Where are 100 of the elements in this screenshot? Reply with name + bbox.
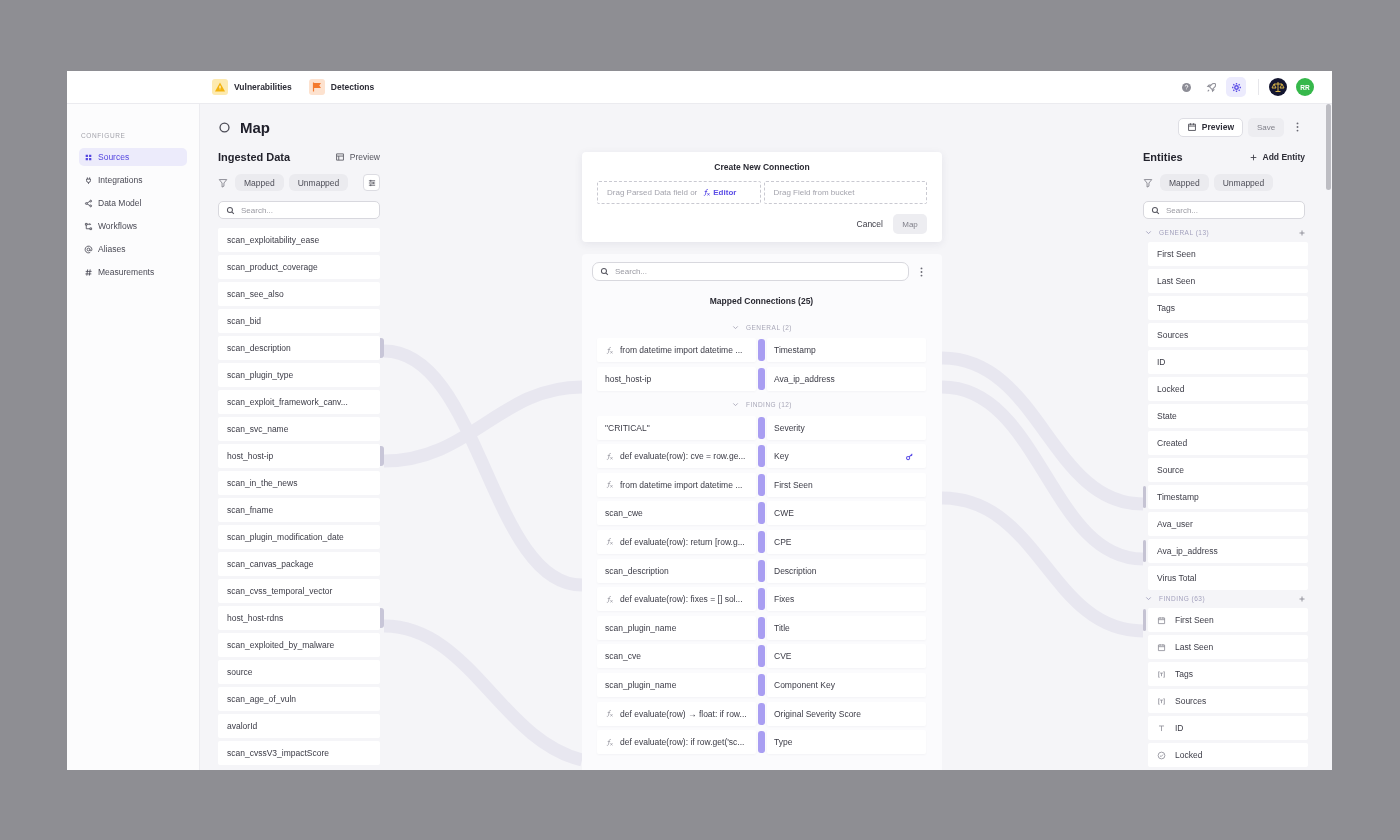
entity-item[interactable]: Tags [1148,662,1308,686]
source-cell[interactable]: "CRITICAL" [597,415,756,440]
source-cell[interactable]: def evaluate(row): fixes = [] sol... [597,587,756,612]
source-cell[interactable]: scan_description [597,558,756,583]
data-field-item[interactable]: scan_product_coverage [218,255,380,279]
target-cell[interactable]: Key [767,444,926,469]
connector-tab[interactable] [380,608,384,628]
entity-item[interactable]: Source [1148,458,1308,482]
filter-chip[interactable]: Mapped [1160,174,1209,191]
data-field-item[interactable]: scan_canvas_package [218,552,380,576]
source-cell[interactable]: scan_cwe [597,501,756,526]
entity-item[interactable]: ID [1148,716,1308,740]
entity-item[interactable]: Last Seen [1148,635,1308,659]
data-field-item[interactable]: scan_in_the_news [218,471,380,495]
connection-handle[interactable] [758,502,765,525]
entity-item[interactable]: Sources [1148,323,1308,347]
entity-item[interactable]: Ava_ip_address [1148,539,1308,563]
connection-handle[interactable] [758,731,765,754]
connection-handle[interactable] [758,559,765,582]
target-cell[interactable]: CWE [767,501,926,526]
data-field-item[interactable]: scan_plugin_modification_date [218,525,380,549]
source-cell[interactable]: scan_plugin_name [597,672,756,697]
connector-tab[interactable] [380,446,384,466]
search-field[interactable]: Search... [1143,201,1305,219]
filter-chip[interactable]: Unmapped [288,174,349,191]
source-cell[interactable]: from datetime import datetime ... [597,472,756,497]
source-cell[interactable]: def evaluate(row) → float: if row... [597,701,756,726]
data-field-item[interactable]: scan_see_also [218,282,380,306]
connection-handle[interactable] [758,367,765,390]
target-cell[interactable]: Component Key [767,672,926,697]
target-cell[interactable]: Ava_ip_address [767,366,926,391]
entity-item[interactable]: Tags [1148,296,1308,320]
target-cell[interactable]: CPE [767,529,926,554]
search-field[interactable]: Search... [592,262,909,281]
connection-handle[interactable] [758,339,765,361]
sidebar-item[interactable]: Workflows [79,217,187,235]
connection-handle[interactable] [758,416,765,439]
entity-item[interactable]: State [1148,404,1308,428]
source-cell[interactable]: scan_cve [597,644,756,669]
sidebar-item[interactable]: Data Model [79,194,187,212]
scrollbar-thumb[interactable] [1326,104,1331,190]
preview-link[interactable]: Preview [334,152,380,162]
connector-tab[interactable] [1143,609,1146,631]
data-field-item[interactable]: scan_age_of_vuln [218,687,380,711]
entity-item[interactable]: Created [1148,431,1308,455]
entity-item[interactable]: First Seen [1148,608,1308,632]
sidebar-item[interactable]: Aliases [79,240,187,258]
source-cell[interactable]: def evaluate(row): return [row.g... [597,529,756,554]
source-cell[interactable]: def evaluate(row): if row.get('sc... [597,730,756,755]
filter-chip[interactable]: Mapped [235,174,284,191]
data-field-item[interactable]: scan_svc_name [218,417,380,441]
data-field-item[interactable]: scan_fname [218,498,380,522]
data-field-item[interactable]: scan_exploitability_ease [218,228,380,252]
connector-tab[interactable] [380,338,384,358]
data-field-item[interactable]: host_host-ip [218,444,380,468]
scales-avatar-icon[interactable] [1269,78,1287,96]
entity-item[interactable]: Locked [1148,377,1308,401]
app-link[interactable]: Vulnerabilities [212,79,292,95]
editor-link[interactable]: Editor [702,188,737,197]
target-cell[interactable]: Original Severity Score [767,701,926,726]
connection-handle[interactable] [758,673,765,696]
data-field-item[interactable]: scan_exploit_framework_canv... [218,390,380,414]
connector-tab[interactable] [1143,540,1146,562]
add-entity-button[interactable]: Add Entity [1248,152,1308,162]
connection-handle[interactable] [758,445,765,468]
source-cell[interactable]: scan_plugin_name [597,615,756,640]
filter-chip[interactable]: Unmapped [1213,174,1274,191]
connector-tab[interactable] [1143,486,1146,508]
entity-item[interactable]: Locked [1148,743,1308,767]
entity-item[interactable]: Ava_user [1148,512,1308,536]
entity-item[interactable]: Last Seen [1148,269,1308,293]
connection-handle[interactable] [758,645,765,668]
data-field-item[interactable]: source [218,660,380,684]
entity-item[interactable]: First Seen [1148,242,1308,266]
source-cell[interactable]: from datetime import datetime ... [597,338,756,362]
target-cell[interactable]: Fixes [767,587,926,612]
target-cell[interactable]: CVE [767,644,926,669]
data-field-item[interactable]: host_host-rdns [218,606,380,630]
sort-button[interactable] [363,174,380,191]
target-cell[interactable]: Severity [767,415,926,440]
entity-item[interactable]: Timestamp [1148,485,1308,509]
data-field-item[interactable]: scan_plugin_type [218,363,380,387]
sidebar-item[interactable]: Measurements [79,263,187,281]
connection-handle[interactable] [758,588,765,611]
entity-item[interactable]: Sources [1148,689,1308,713]
target-cell[interactable]: Description [767,558,926,583]
source-cell[interactable]: host_host-ip [597,366,756,391]
sidebar-item[interactable]: Integrations [79,171,187,189]
connection-handle[interactable] [758,702,765,725]
data-field-item[interactable]: scan_cvss_temporal_vector [218,579,380,603]
target-cell[interactable]: Timestamp [767,338,926,362]
connection-handle[interactable] [758,473,765,496]
cancel-button[interactable]: Cancel [856,219,883,229]
search-field[interactable]: Search... [218,201,380,219]
sidebar-item[interactable]: Sources [79,148,187,166]
data-field-item[interactable]: scan_description [218,336,380,360]
data-field-item[interactable]: scan_bid [218,309,380,333]
connection-handle[interactable] [758,616,765,639]
settings-button[interactable] [1226,77,1246,97]
app-link[interactable]: Detections [308,79,375,95]
